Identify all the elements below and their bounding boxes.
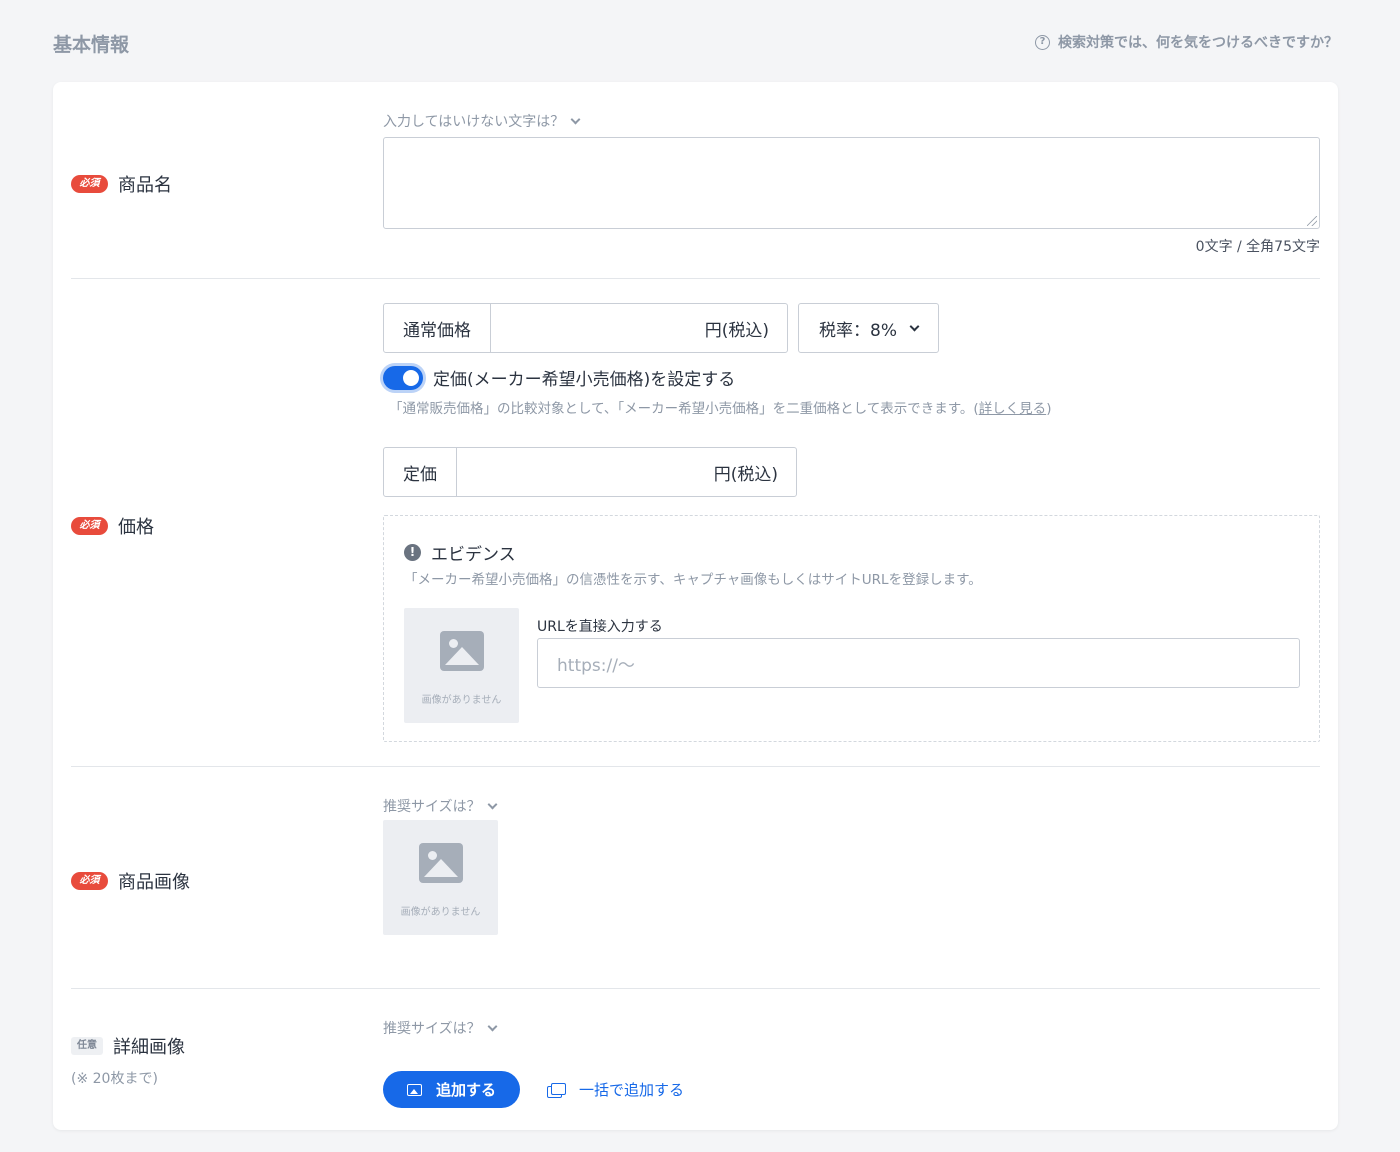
- image-placeholder-icon: [418, 843, 463, 883]
- regular-price-input[interactable]: 通常価格 円(税込): [383, 303, 788, 353]
- recommended-size-hint[interactable]: 推奨サイズは？: [383, 1018, 498, 1038]
- no-image-text: 画像がありません: [400, 907, 481, 918]
- list-price-input[interactable]: 定価 円(税込): [383, 447, 797, 497]
- regular-price-unit: 円(税込): [704, 320, 769, 341]
- forbidden-chars-hint-text: 入力してはいけない文字は？: [383, 114, 565, 130]
- url-placeholder: https://〜: [557, 655, 635, 676]
- regular-price-label: 通常価格: [384, 304, 491, 352]
- bulk-add-link[interactable]: 一括で追加する: [547, 1079, 684, 1100]
- evidence-box: ! エビデンス 「メーカー希望小売価格」の信憑性を示す、キャプチャ画像もしくはサ…: [383, 515, 1320, 742]
- note-text: 「通常販売価格」の比較対象として、「メーカー希望小売価格」を二重価格として表示で…: [389, 401, 979, 417]
- toggle-knob: [403, 369, 419, 386]
- detail-image-label-group: 任意 詳細画像: [71, 1033, 185, 1059]
- tax-rate-select[interactable]: 税率：8%: [798, 303, 939, 353]
- detail-image-limit: (※ 20枚まで): [71, 1071, 158, 1087]
- detail-image-field: 推奨サイズは？: [383, 1018, 498, 1038]
- required-badge: 必須: [71, 175, 108, 193]
- tax-rate-value: 税率：8%: [819, 320, 897, 341]
- evidence-title: エビデンス: [431, 545, 516, 565]
- product-image-label-group: 必須 商品画像: [71, 868, 190, 894]
- product-image-row: 必須 商品画像 推奨サイズは？ 画像がありません: [71, 767, 1320, 988]
- forbidden-chars-hint[interactable]: 入力してはいけない文字は？: [383, 111, 1320, 131]
- evidence-url-input[interactable]: https://〜: [537, 638, 1300, 688]
- list-price-toggle-group: 定価(メーカー希望小売価格)を設定する: [383, 365, 735, 390]
- required-badge: 必須: [71, 872, 108, 890]
- recommended-size-hint[interactable]: 推奨サイズは？: [383, 796, 498, 816]
- bulk-add-label: 一括で追加する: [579, 1081, 685, 1099]
- chevron-down-icon: [570, 114, 581, 124]
- product-name-row: 必須 商品名 入力してはいけない文字は？ 0文字 / 全角75文字: [71, 82, 1320, 278]
- note-suffix: ): [1046, 401, 1052, 417]
- chevron-down-icon: [909, 321, 920, 331]
- evidence-image-upload[interactable]: 画像がありません: [404, 608, 519, 723]
- recommended-size-text: 推奨サイズは？: [383, 799, 481, 815]
- search-help-text: 検索対策では、何を気をつけるべきですか？: [1058, 35, 1338, 51]
- double-price-note: 「通常販売価格」の比較対象として、「メーカー希望小売価格」を二重価格として表示で…: [389, 397, 1051, 417]
- list-price-toggle-label: 定価(メーカー希望小売価格)を設定する: [433, 370, 736, 390]
- product-name-field: 入力してはいけない文字は？ 0文字 / 全角75文字: [383, 111, 1320, 256]
- detail-image-label: 詳細画像: [113, 1037, 185, 1058]
- product-image-field: 推奨サイズは？: [383, 796, 498, 816]
- image-icon: [406, 1083, 422, 1096]
- product-image-label: 商品画像: [118, 872, 190, 893]
- basic-info-card: 必須 商品名 入力してはいけない文字は？ 0文字 / 全角75文字 必須 価格 …: [53, 82, 1338, 1130]
- price-row: 必須 価格 通常価格 円(税込) 税率：8% 定価(メーカー希望小売価格)を設定…: [71, 279, 1320, 766]
- required-badge: 必須: [71, 517, 108, 535]
- optional-badge: 任意: [71, 1037, 103, 1055]
- char-counter: 0文字 / 全角75文字: [1195, 239, 1320, 255]
- list-price-toggle[interactable]: [383, 365, 423, 390]
- add-image-button[interactable]: 追加する: [383, 1071, 520, 1108]
- product-name-textarea[interactable]: [383, 137, 1320, 229]
- evidence-title-group: ! エビデンス: [404, 540, 516, 565]
- price-label-group: 必須 価格: [71, 513, 154, 539]
- image-placeholder-icon: [439, 631, 484, 671]
- list-price-label: 定価: [384, 448, 457, 496]
- price-label: 価格: [118, 517, 154, 538]
- details-link[interactable]: 詳しく見る: [979, 401, 1047, 417]
- detail-image-row: 任意 詳細画像 (※ 20枚まで) 推奨サイズは？ 追加する 一括で追加する: [71, 989, 1320, 1130]
- product-name-label-group: 必須 商品名: [71, 171, 172, 197]
- no-image-text: 画像がありません: [421, 695, 502, 706]
- images-icon: [547, 1082, 566, 1098]
- product-name-label: 商品名: [118, 175, 172, 196]
- search-help-link[interactable]: ? 検索対策では、何を気をつけるべきですか？: [1035, 32, 1338, 52]
- resize-grip-icon[interactable]: [1307, 216, 1317, 226]
- add-image-label: 追加する: [435, 1081, 496, 1099]
- exclamation-circle-icon: !: [404, 544, 421, 561]
- chevron-down-icon: [487, 1021, 498, 1031]
- evidence-description: 「メーカー希望小売価格」の信憑性を示す、キャプチャ画像もしくはサイトURLを登録…: [404, 572, 982, 588]
- section-title: 基本情報: [53, 34, 130, 56]
- product-image-upload[interactable]: 画像がありません: [383, 820, 498, 935]
- url-label: URLを直接入力する: [537, 619, 663, 635]
- list-price-unit: 円(税込): [713, 464, 778, 485]
- chevron-down-icon: [487, 799, 498, 809]
- question-circle-icon: ?: [1035, 34, 1050, 50]
- recommended-size-text: 推奨サイズは？: [383, 1021, 481, 1037]
